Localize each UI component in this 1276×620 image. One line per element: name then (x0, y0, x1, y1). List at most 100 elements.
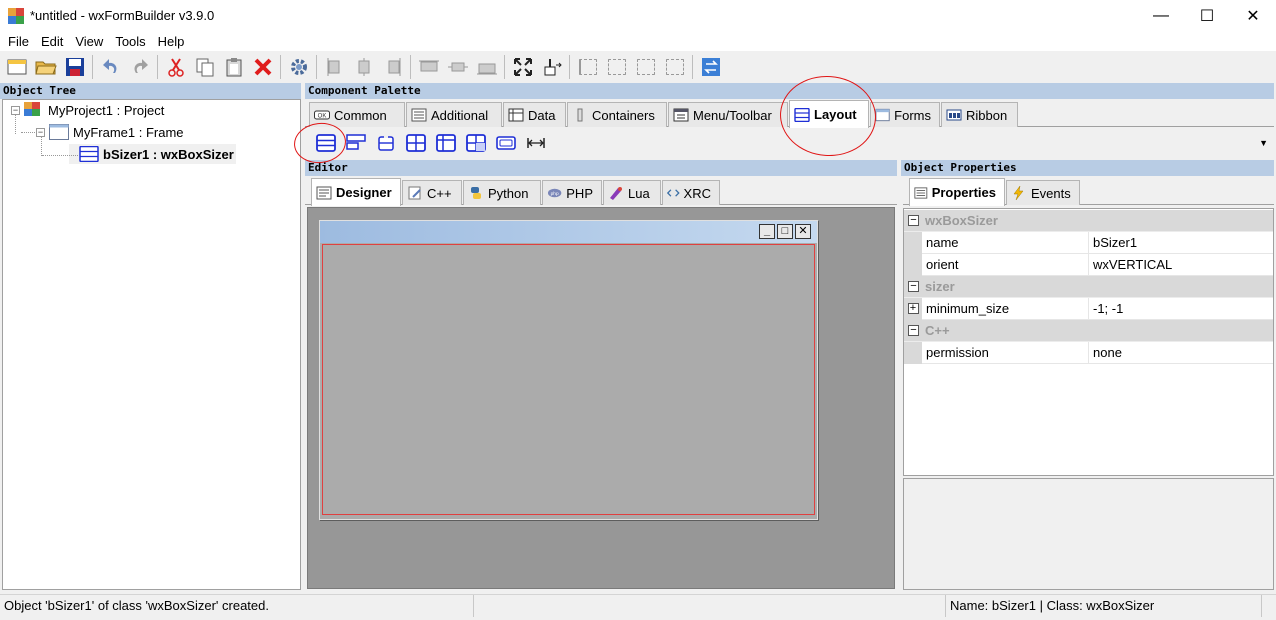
tab-properties[interactable]: Properties (909, 178, 1005, 206)
align-top-button[interactable] (416, 54, 442, 80)
tab-additional-label: Additional (431, 107, 489, 123)
property-orient-value[interactable]: wxVERTICAL (1089, 254, 1172, 276)
tab-designer[interactable]: Designer (311, 178, 401, 206)
menu-file[interactable]: File (2, 34, 35, 49)
generate-code-button[interactable] (286, 54, 312, 80)
tree-label-frame: MyFrame1 : Frame (73, 124, 184, 140)
frame-preview[interactable]: _ □ ✕ (319, 220, 818, 520)
gear-icon (290, 59, 307, 75)
tab-php[interactable]: php PHP (542, 180, 602, 205)
main-toolbar (0, 51, 1276, 83)
property-minimum-size-label: minimum_size (922, 297, 1089, 320)
tab-events-label: Events (1031, 185, 1071, 201)
tab-menu-toolbar[interactable]: Menu/Toolbar (668, 102, 788, 127)
align-bottom-button[interactable] (474, 54, 500, 80)
collapse-icon[interactable]: − (908, 215, 919, 226)
gridbag-sizer-icon (466, 134, 486, 152)
border-left-button[interactable] (575, 54, 601, 80)
add-spacer-button[interactable] (523, 130, 549, 156)
border-top-button[interactable] (633, 54, 659, 80)
category-cpp[interactable]: − C++ (904, 320, 1273, 342)
property-row-minimum-size[interactable]: + minimum_size -1; -1 (904, 297, 1273, 320)
add-wrap-sizer-button[interactable] (343, 130, 369, 156)
palette-overflow-icon[interactable]: ▼ (1259, 138, 1268, 148)
redo-button[interactable] (127, 54, 153, 80)
tab-forms[interactable]: Forms (870, 102, 940, 127)
new-project-button[interactable] (4, 54, 30, 80)
collapse-icon[interactable]: − (908, 281, 919, 292)
property-row-permission[interactable]: permission none (904, 341, 1273, 364)
property-minimum-size-value[interactable]: -1; -1 (1089, 298, 1123, 320)
tree-item-frame[interactable]: − MyFrame1 : Frame (36, 122, 184, 142)
expand-button[interactable] (510, 54, 536, 80)
tab-containers[interactable]: Containers (567, 102, 667, 127)
menu-tools[interactable]: Tools (109, 34, 151, 49)
tab-events[interactable]: Events (1006, 180, 1080, 205)
frame-maximize-icon: □ (777, 224, 793, 239)
tab-python[interactable]: Python (463, 180, 541, 205)
menu-edit[interactable]: Edit (35, 34, 69, 49)
minimize-button[interactable]: — (1138, 0, 1184, 31)
frame-icon (49, 124, 69, 140)
tree-item-sizer[interactable]: bSizer1 : wxBoxSizer (69, 144, 236, 164)
selected-sizer-area[interactable] (322, 244, 815, 515)
open-project-button[interactable] (33, 54, 59, 80)
expand-arrows-icon (513, 58, 532, 76)
redo-icon (134, 59, 148, 73)
align-right-button[interactable] (380, 54, 406, 80)
align-center-icon (358, 58, 369, 76)
delete-button[interactable] (250, 54, 276, 80)
add-static-box-sizer-button[interactable] (373, 130, 399, 156)
title-bar: *untitled - wxFormBuilder v3.9.0 — ☐ ✕ (0, 0, 1276, 31)
scissors-icon (167, 58, 184, 77)
tab-lua[interactable]: Lua (603, 180, 661, 205)
swap-button[interactable] (698, 54, 724, 80)
add-gridbag-sizer-button[interactable] (463, 130, 489, 156)
tree-label-project: MyProject1 : Project (48, 102, 165, 118)
property-name-value[interactable]: bSizer1 (1089, 232, 1137, 254)
category-sizer[interactable]: − sizer (904, 276, 1273, 298)
list-icon (411, 108, 427, 122)
undo-button[interactable] (98, 54, 124, 80)
align-center-h-button[interactable] (351, 54, 377, 80)
align-middle-button[interactable] (445, 54, 471, 80)
paste-button[interactable] (221, 54, 247, 80)
add-grid-sizer-button[interactable] (403, 130, 429, 156)
tab-data[interactable]: Data (503, 102, 566, 127)
property-name-label: name (922, 231, 1089, 254)
box-sizer-icon (79, 146, 99, 162)
tab-xrc[interactable]: XRC (662, 180, 720, 205)
editor-header: Editor (305, 160, 897, 176)
border-bottom-button[interactable] (662, 54, 688, 80)
add-std-dialog-button-sizer-button[interactable] (493, 130, 519, 156)
category-sizer-label: sizer (925, 279, 955, 294)
property-grid[interactable]: − wxBoxSizer name bSizer1 orient wxVERTI… (903, 208, 1274, 476)
collapse-icon[interactable]: − (908, 325, 919, 336)
property-permission-value[interactable]: none (1089, 342, 1122, 364)
tab-ribbon[interactable]: Ribbon (941, 102, 1018, 127)
align-left-button[interactable] (322, 54, 348, 80)
add-flex-grid-sizer-button[interactable] (433, 130, 459, 156)
menu-view[interactable]: View (69, 34, 109, 49)
border-right-button[interactable] (604, 54, 630, 80)
category-wxboxsizer[interactable]: − wxBoxSizer (904, 210, 1273, 232)
copy-button[interactable] (192, 54, 218, 80)
property-row-name[interactable]: name bSizer1 (904, 231, 1273, 254)
stretch-button[interactable] (539, 54, 565, 80)
tree-item-project[interactable]: − MyProject1 : Project (11, 100, 164, 120)
align-right-icon (388, 58, 400, 76)
menu-help[interactable]: Help (152, 34, 191, 49)
close-button[interactable]: ✕ (1230, 0, 1276, 31)
tab-additional[interactable]: Additional (406, 102, 502, 127)
tab-data-label: Data (528, 107, 556, 123)
expand-icon[interactable]: + (907, 303, 919, 314)
save-button[interactable] (62, 54, 88, 80)
designer-canvas[interactable]: _ □ ✕ (307, 207, 895, 589)
folder-open-icon (34, 61, 57, 75)
object-tree[interactable]: − MyProject1 : Project − MyFrame1 : Fram… (2, 99, 301, 590)
cut-button[interactable] (163, 54, 189, 80)
tab-cpp[interactable]: C++ (402, 180, 462, 205)
maximize-button[interactable]: ☐ (1184, 0, 1230, 31)
tab-forms-label: Forms (894, 107, 931, 123)
property-row-orient[interactable]: orient wxVERTICAL (904, 253, 1273, 276)
